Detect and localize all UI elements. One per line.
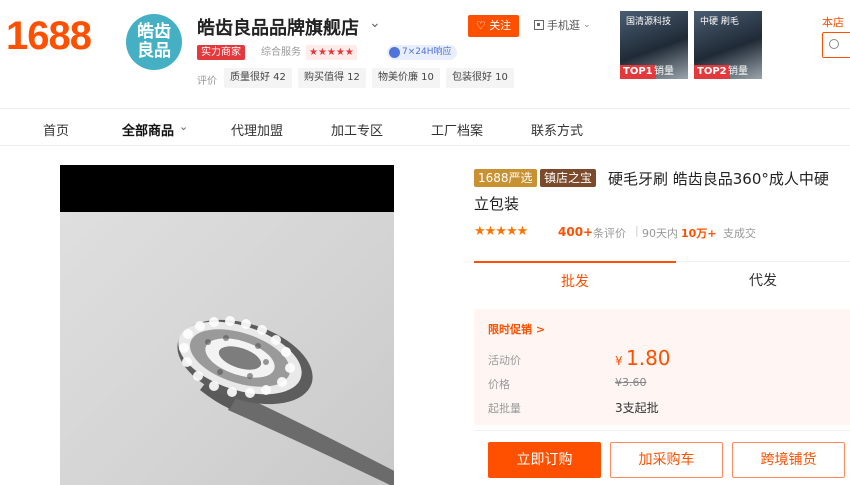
deal-label: 支成交 (723, 227, 756, 240)
chevron-down-icon[interactable]: ⌄ (179, 120, 188, 133)
rating-chip[interactable]: 包装很好 10 (446, 68, 514, 88)
chevron-down-icon: ⌄ (583, 20, 591, 30)
sales-label: 销量 (654, 66, 674, 77)
power-merchant-badge: 实力商家 (197, 45, 245, 60)
nav-item-all-products[interactable]: 全部商品 (122, 120, 174, 139)
add-to-cart-button[interactable]: 加采购车 (610, 442, 723, 478)
shop-name[interactable]: 皓齿良品品牌旗舰店 (197, 14, 359, 40)
rating-chip[interactable]: 购买值得 12 (298, 68, 366, 88)
rating-chip[interactable]: 质量很好 42 (224, 68, 292, 88)
currency-symbol: ¥ (615, 354, 623, 368)
heart-icon: ♡ (475, 19, 486, 32)
review-label[interactable]: 条评价 (593, 225, 626, 241)
site-logo[interactable]: 1688 (6, 14, 92, 59)
nav-item-contact[interactable]: 联系方式 (531, 120, 583, 139)
min-order-label: 起批量 (488, 402, 521, 415)
top-product-caption: 国清源科技 (626, 17, 672, 27)
price-panel: 限时促销 > 活动价 ¥ 1.80 价格 ¥3.60 起批量 3支起批 (474, 309, 850, 425)
top-product-1[interactable]: 国清源科技 TOP1 销量 (620, 11, 688, 79)
qr-code-icon (534, 20, 544, 30)
action-bar: 立即订购 加采购车 跨境铺货 (474, 430, 850, 485)
product-title: 硬毛牙刷 皓齿良品360°成人中硬 (608, 170, 829, 188)
image-top-band (60, 165, 394, 212)
tab-dropship[interactable]: 代发 (676, 261, 850, 299)
buy-now-button[interactable]: 立即订购 (488, 442, 601, 478)
activity-price: 1.80 (626, 346, 671, 370)
toothbrush-illustration (177, 316, 394, 485)
nav-item-agency[interactable]: 代理加盟 (231, 120, 283, 139)
follow-label: 关注 (489, 19, 512, 32)
rank-badge: TOP2 (694, 65, 730, 79)
rating-chip[interactable]: 物美价廉 10 (372, 68, 440, 88)
clock-icon (389, 47, 400, 58)
shop-search-input[interactable] (822, 32, 850, 58)
chevron-down-icon[interactable]: ⌄ (369, 15, 381, 31)
min-order-value: 3支起批 (615, 401, 659, 415)
nav-item-processing[interactable]: 加工专区 (331, 120, 383, 139)
limited-promo-link[interactable]: 限时促销 > (488, 321, 545, 337)
sales-label: 销量 (728, 66, 748, 77)
mobile-browse-label: 手机逛 (547, 19, 580, 32)
shop-nav: 首页 全部商品 ⌄ 代理加盟 加工专区 工厂档案 联系方式 (0, 108, 850, 146)
response-badge-label: 7×24H响应 (402, 47, 452, 57)
price-label: 价格 (488, 378, 510, 391)
purchase-mode-tabs: 批发 代发 (474, 261, 850, 299)
activity-price-label: 活动价 (488, 354, 521, 367)
service-label: 综合服务 (261, 47, 301, 58)
top-product-caption: 中硬 刷毛 (700, 17, 739, 27)
nav-item-factory[interactable]: 工厂档案 (431, 120, 483, 139)
product-main-image[interactable] (60, 165, 394, 485)
rating-stars: ★★★★★ (474, 224, 528, 239)
shop-header: 1688 皓齿 良品 皓齿良品品牌旗舰店 ⌄ 实力商家 综合服务 ★★★★★ 7… (0, 0, 850, 108)
rating-label: 评价 (197, 76, 217, 87)
shop-search-label[interactable]: 本店 (822, 14, 844, 30)
search-icon (829, 39, 839, 49)
mobile-browse-button[interactable]: 手机逛 ⌄ (534, 17, 591, 33)
tab-wholesale[interactable]: 批发 (474, 261, 676, 299)
service-stars: ★★★★★ (306, 45, 357, 60)
cross-border-button[interactable]: 跨境铺货 (732, 442, 845, 478)
days-label: 90天内 (642, 227, 678, 240)
store-treasure-tag: 镇店之宝 (540, 169, 597, 187)
divider: | (635, 224, 639, 237)
yanxuan-tag: 1688严选 (474, 169, 537, 187)
deal-count: 10万+ (681, 227, 717, 240)
shop-avatar[interactable]: 皓齿 良品 (126, 14, 182, 70)
follow-button[interactable]: ♡ 关注 (468, 15, 519, 37)
rank-badge: TOP1 (620, 65, 656, 79)
original-price: ¥3.60 (615, 376, 647, 389)
shop-avatar-text-1: 皓齿 (137, 22, 171, 42)
nav-item-home[interactable]: 首页 (43, 120, 69, 139)
product-title-continued: 立包装 (474, 195, 520, 213)
shop-avatar-text-2: 良品 (137, 41, 171, 61)
review-count[interactable]: 400+ (558, 225, 593, 239)
response-badge: 7×24H响应 (387, 45, 457, 60)
top-product-2[interactable]: 中硬 刷毛 TOP2 销量 (694, 11, 762, 79)
